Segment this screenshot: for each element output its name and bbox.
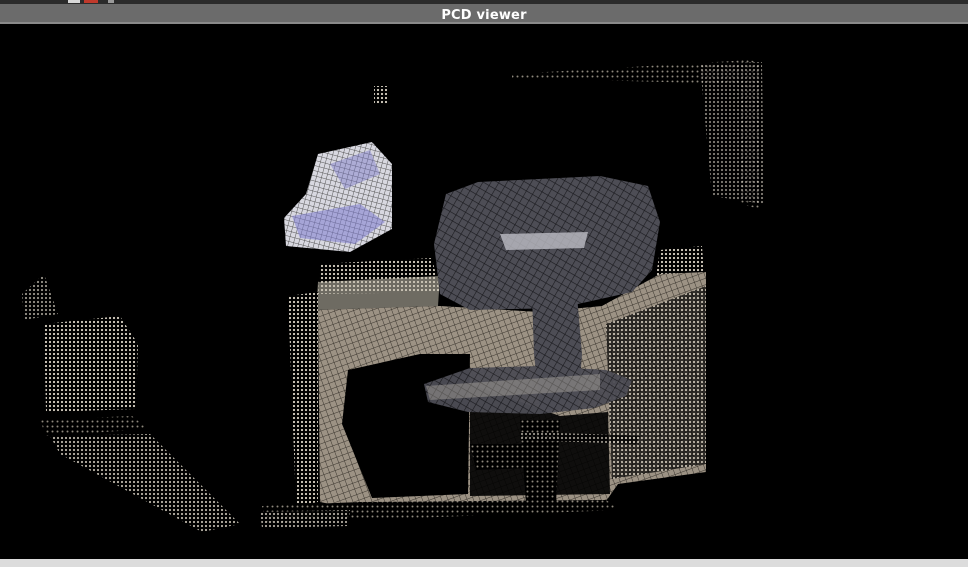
point-cloud-viewport[interactable] (0, 24, 968, 559)
window-title: PCD viewer (441, 8, 527, 23)
blue-object-points (284, 142, 392, 252)
pcd-viewer-window: PCD viewer (0, 0, 968, 567)
stray-point-cluster (374, 86, 388, 104)
title-bar[interactable]: PCD viewer (0, 4, 968, 24)
taskbar-item[interactable] (108, 0, 114, 3)
left-cabinet-points (22, 274, 240, 532)
status-bar (0, 559, 968, 567)
taskbar-item-active[interactable] (84, 0, 98, 3)
floor-remnant-points (260, 510, 350, 528)
taskbar-item[interactable] (68, 0, 80, 3)
